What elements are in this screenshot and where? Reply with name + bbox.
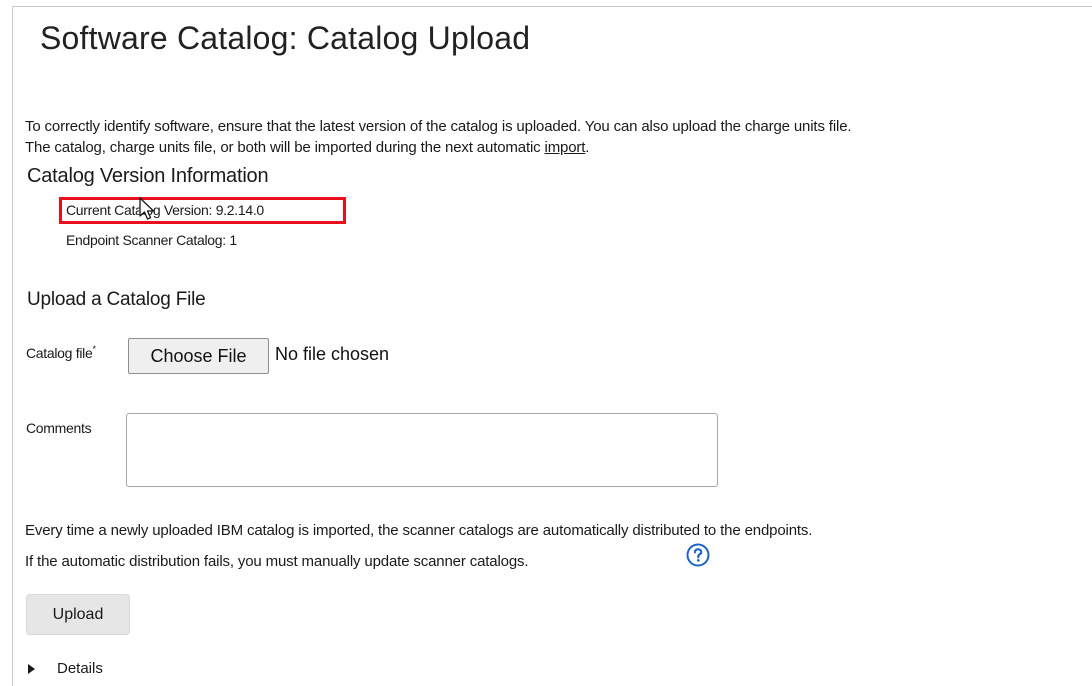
comments-field[interactable] [126, 413, 718, 487]
triangle-right-icon [28, 664, 35, 674]
intro-line-2-suffix: . [585, 139, 590, 156]
intro-line-2-prefix: The catalog, charge units file, or both … [25, 139, 545, 156]
choose-file-button[interactable]: Choose File [128, 338, 269, 374]
catalog-file-label-text: Catalog file [26, 345, 93, 361]
comments-label: Comments [26, 420, 92, 436]
help-icon[interactable] [686, 543, 710, 567]
intro-line-2: The catalog, charge units file, or both … [25, 137, 851, 158]
mouse-pointer-icon [139, 197, 155, 220]
distribution-info-line-1: Every time a newly uploaded IBM catalog … [25, 522, 813, 539]
required-marker: * [92, 344, 96, 354]
import-link[interactable]: import [545, 139, 586, 156]
endpoint-scanner-catalog: Endpoint Scanner Catalog: 1 [66, 232, 237, 248]
catalog-version-heading: Catalog Version Information [27, 165, 269, 187]
intro-line-1: To correctly identify software, ensure t… [25, 118, 852, 135]
file-status-text: No file chosen [275, 344, 390, 364]
upload-button[interactable]: Upload [26, 594, 130, 635]
highlight-annotation-box [59, 197, 346, 224]
intro-text: To correctly identify software, ensure t… [25, 116, 852, 158]
distribution-info-line-2: If the automatic distribution fails, you… [25, 553, 529, 570]
catalog-file-label: Catalog file* [26, 344, 96, 361]
page-title: Software Catalog: Catalog Upload [40, 20, 531, 56]
upload-catalog-heading: Upload a Catalog File [27, 289, 206, 310]
details-label: Details [57, 660, 103, 677]
